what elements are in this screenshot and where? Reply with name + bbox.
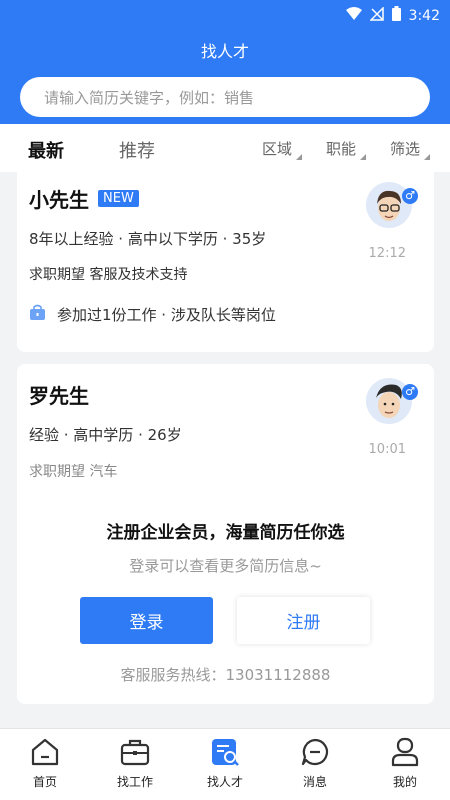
search-placeholder: 请输入简历关键字，例如：销售 [44, 88, 255, 107]
dropdown-triangle-icon [424, 154, 431, 160]
tab-messages[interactable]: 消息 [270, 729, 360, 800]
wifi-icon [345, 6, 362, 25]
status-bar: 3:42 [0, 0, 450, 32]
resume-card[interactable]: 小先生 NEW 8年以上经验 · 高中以下学历 · 35岁 求职期望 客服及技术… [17, 172, 434, 352]
update-time: 12:12 [368, 246, 406, 261]
filter-region-label: 区域 [262, 140, 293, 158]
candidate-expectation: 求职期望 汽车 [29, 464, 118, 480]
dropdown-triangle-icon [296, 154, 303, 160]
tab-recommend[interactable]: 推荐 [119, 137, 155, 163]
candidate-info: 经验 · 高中学历 · 26岁 [29, 426, 182, 444]
filter-more[interactable]: 筛选 [390, 138, 431, 160]
filter-region[interactable]: 区域 [262, 138, 303, 160]
home-icon [31, 738, 59, 766]
battery-icon [391, 6, 401, 25]
filter-position[interactable]: 职能 [326, 138, 367, 160]
filter-bar: 最新 推荐 区域 职能 筛选 [0, 124, 450, 172]
update-time: 10:01 [368, 442, 406, 457]
user-icon [391, 737, 419, 767]
male-icon: ♂ [402, 188, 418, 204]
filter-more-label: 筛选 [390, 140, 421, 158]
search-input[interactable]: 请输入简历关键字，例如：销售 [20, 77, 430, 117]
briefcase-icon [120, 739, 150, 766]
page-title: 找人才 [200, 42, 249, 61]
register-button[interactable]: 注册 [237, 597, 370, 644]
candidate-name: 罗先生 [29, 384, 89, 408]
header: 3:42 找人才 请输入简历关键字，例如：销售 [0, 0, 450, 124]
bottom-tab-bar: 首页 找工作 找人才 消息 我的 [0, 728, 450, 800]
tab-find-talent-label: 找人才 [206, 775, 243, 789]
tab-messages-label: 消息 [302, 775, 327, 789]
clock-time: 3:42 [408, 7, 440, 24]
candidate-info: 8年以上经验 · 高中以下学历 · 35岁 [29, 230, 267, 248]
tab-home[interactable]: 首页 [0, 729, 90, 800]
filter-position-label: 职能 [326, 140, 357, 158]
tab-find-job[interactable]: 找工作 [90, 729, 180, 800]
tab-find-talent[interactable]: 找人才 [180, 729, 270, 800]
lock-bag-icon [29, 304, 46, 325]
tab-latest[interactable]: 最新 [28, 137, 64, 163]
tab-home-label: 首页 [32, 775, 57, 789]
tab-find-job-label: 找工作 [116, 775, 153, 789]
service-hotline: 客服服务热线：13031112888 [120, 666, 331, 684]
register-prompt-subtitle: 登录可以查看更多简历信息~ [129, 557, 322, 575]
male-icon: ♂ [402, 384, 418, 400]
work-history: 参加过1份工作 · 涉及队长等岗位 [57, 306, 276, 324]
resume-search-icon [212, 739, 239, 766]
candidate-name: 小先生 [29, 188, 89, 212]
candidate-expectation: 求职期望 客服及技术支持 [29, 267, 188, 283]
tab-mine-label: 我的 [392, 775, 417, 789]
login-button[interactable]: 登录 [80, 597, 213, 644]
register-prompt-title: 注册企业会员，海量简历任你选 [106, 523, 345, 543]
dropdown-triangle-icon [360, 154, 367, 160]
tab-mine[interactable]: 我的 [360, 729, 450, 800]
no-signal-icon [368, 5, 384, 25]
resume-card[interactable]: 罗先生 经验 · 高中学历 · 26岁 求职期望 汽车 ♂ 10:01 注册企业… [17, 364, 434, 704]
new-badge: NEW [98, 190, 139, 207]
message-icon [301, 738, 329, 766]
